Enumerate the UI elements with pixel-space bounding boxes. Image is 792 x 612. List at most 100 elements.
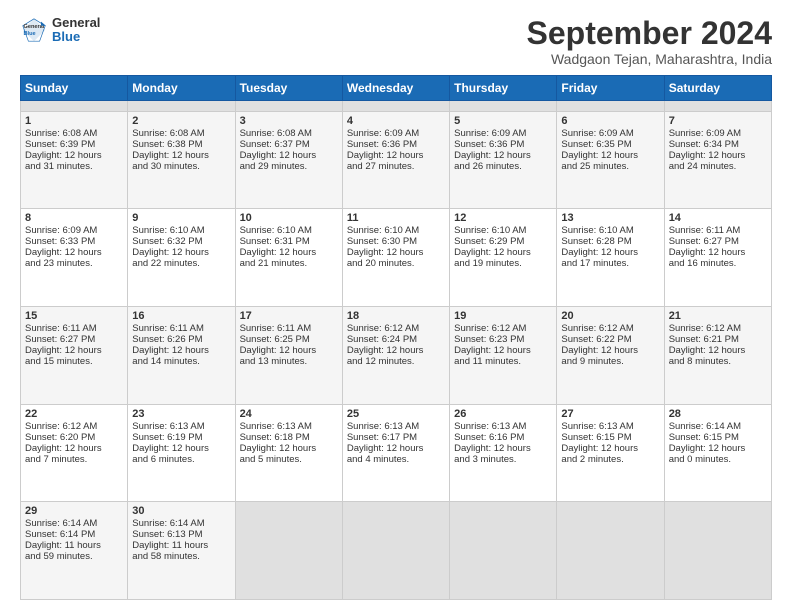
header-sunday: Sunday [21,76,128,101]
calendar-cell: 4Sunrise: 6:09 AMSunset: 6:36 PMDaylight… [342,111,449,209]
day-info-line: Sunrise: 6:12 AM [25,421,123,432]
calendar-cell: 10Sunrise: 6:10 AMSunset: 6:31 PMDayligh… [235,209,342,307]
day-info-line: and 9 minutes. [561,356,659,367]
day-info-line: and 4 minutes. [347,454,445,465]
calendar-cell: 29Sunrise: 6:14 AMSunset: 6:14 PMDayligh… [21,502,128,600]
day-info-line: Daylight: 12 hours [25,150,123,161]
day-info-line: Sunrise: 6:10 AM [132,225,230,236]
day-info-line: and 7 minutes. [25,454,123,465]
day-number: 12 [454,212,552,224]
day-number: 19 [454,310,552,322]
day-info-line: Daylight: 12 hours [561,345,659,356]
day-info-line: and 21 minutes. [240,258,338,269]
day-info-line: and 15 minutes. [25,356,123,367]
day-info-line: Sunrise: 6:09 AM [25,225,123,236]
calendar-row: 29 Sunrise: 6:14 AM Sunset: 6:14 PMDayligh… [21,502,772,600]
day-info-line: Sunrise: 6:13 AM [561,421,659,432]
day-number: 24 [240,408,338,420]
calendar-cell: 3Sunrise: 6:08 AMSunset: 6:37 PMDaylight… [235,111,342,209]
calendar-cell: 24Sunrise: 6:13 AMSunset: 6:18 PMDayligh… [235,404,342,502]
day-info-line: Daylight: 12 hours [454,443,552,454]
calendar-cell [450,502,557,600]
day-number: 29 [25,505,123,517]
day-info-line: and 30 minutes. [132,161,230,172]
day-info-line: Daylight: 12 hours [25,443,123,454]
day-info-line: Sunset: 6:33 PM [25,236,123,247]
day-info-line: Sunset: 6:32 PM [132,236,230,247]
day-info-line: Sunrise: 6:13 AM [347,421,445,432]
day-info-line: Sunrise: 6:09 AM [347,128,445,139]
day-number: 25 [347,408,445,420]
day-info-line: Daylight: 12 hours [132,247,230,258]
day-info-line: Sunset: 6:35 PM [561,139,659,150]
day-info-line: Sunset: 6:14 PM [25,529,123,540]
day-number: 18 [347,310,445,322]
day-info-line: Sunset: 6:17 PM [347,432,445,443]
day-info-line: Sunset: 6:34 PM [669,139,767,150]
day-info-line: and 58 minutes. [132,551,230,562]
day-info-line: and 29 minutes. [240,161,338,172]
day-info-line: Sunrise: 6:13 AM [240,421,338,432]
day-info-line: Sunset: 6:21 PM [669,334,767,345]
day-info-line: Sunset: 6:13 PM [132,529,230,540]
day-info-line: Daylight: 12 hours [669,443,767,454]
day-info-line: Daylight: 12 hours [669,150,767,161]
day-info-line: Daylight: 12 hours [132,150,230,161]
day-info-line: Sunrise: 6:12 AM [561,323,659,334]
day-info-line: Sunrise: 6:13 AM [132,421,230,432]
calendar-cell: 19Sunrise: 6:12 AMSunset: 6:23 PMDayligh… [450,307,557,405]
day-info-line: Daylight: 12 hours [347,150,445,161]
calendar-cell [235,101,342,112]
day-info-line: Daylight: 12 hours [561,443,659,454]
day-info-line: Sunset: 6:36 PM [347,139,445,150]
day-info-line: Sunrise: 6:11 AM [132,323,230,334]
day-number: 4 [347,115,445,127]
day-info-line: Sunrise: 6:13 AM [454,421,552,432]
calendar-cell: 2Sunrise: 6:08 AMSunset: 6:38 PMDaylight… [128,111,235,209]
day-info-line: Sunrise: 6:08 AM [132,128,230,139]
calendar-cell: 7Sunrise: 6:09 AMSunset: 6:34 PMDaylight… [664,111,771,209]
location: Wadgaon Tejan, Maharashtra, India [527,51,772,67]
calendar-cell: 21Sunrise: 6:12 AMSunset: 6:21 PMDayligh… [664,307,771,405]
day-number: 1 [25,115,123,127]
day-info-line: and 27 minutes. [347,161,445,172]
calendar-cell: 26Sunrise: 6:13 AMSunset: 6:16 PMDayligh… [450,404,557,502]
day-info-line: Sunrise: 6:14 AM [132,518,230,529]
day-info-line: Sunset: 6:36 PM [454,139,552,150]
day-info-line: and 25 minutes. [561,161,659,172]
calendar-cell: 27Sunrise: 6:13 AMSunset: 6:15 PMDayligh… [557,404,664,502]
day-info-line: Sunrise: 6:08 AM [240,128,338,139]
day-info-line: Daylight: 12 hours [25,247,123,258]
day-number: 28 [669,408,767,420]
day-number: 30 [132,505,230,517]
day-info-line: and 0 minutes. [669,454,767,465]
day-info-line: Sunrise: 6:09 AM [454,128,552,139]
day-info-line: and 11 minutes. [454,356,552,367]
day-info-line: Sunset: 6:27 PM [25,334,123,345]
day-info-line: Daylight: 12 hours [347,247,445,258]
logo: General Blue General Blue [20,16,100,45]
day-info-line: Sunrise: 6:14 AM [669,421,767,432]
day-info-line: and 19 minutes. [454,258,552,269]
day-info-line: and 24 minutes. [669,161,767,172]
day-number: 8 [25,212,123,224]
calendar-table: Sunday Monday Tuesday Wednesday Thursday… [20,75,772,600]
day-info-line: Daylight: 11 hours [25,540,123,551]
calendar-cell: 6Sunrise: 6:09 AMSunset: 6:35 PMDaylight… [557,111,664,209]
day-info-line: Daylight: 12 hours [132,345,230,356]
calendar-row: 15Sunrise: 6:11 AMSunset: 6:27 PMDayligh… [21,307,772,405]
day-info-line: Daylight: 12 hours [240,443,338,454]
calendar-cell [664,101,771,112]
day-number: 14 [669,212,767,224]
page: General Blue General Blue September 2024… [0,0,792,612]
svg-text:Blue: Blue [24,31,36,37]
calendar-cell [128,101,235,112]
day-info-line: Sunset: 6:18 PM [240,432,338,443]
calendar-cell: 30Sunrise: 6:14 AMSunset: 6:13 PMDayligh… [128,502,235,600]
day-info-line: Daylight: 12 hours [669,345,767,356]
day-info-line: and 14 minutes. [132,356,230,367]
calendar-row [21,101,772,112]
day-info-line: Sunset: 6:24 PM [347,334,445,345]
day-number: 23 [132,408,230,420]
header-saturday: Saturday [664,76,771,101]
